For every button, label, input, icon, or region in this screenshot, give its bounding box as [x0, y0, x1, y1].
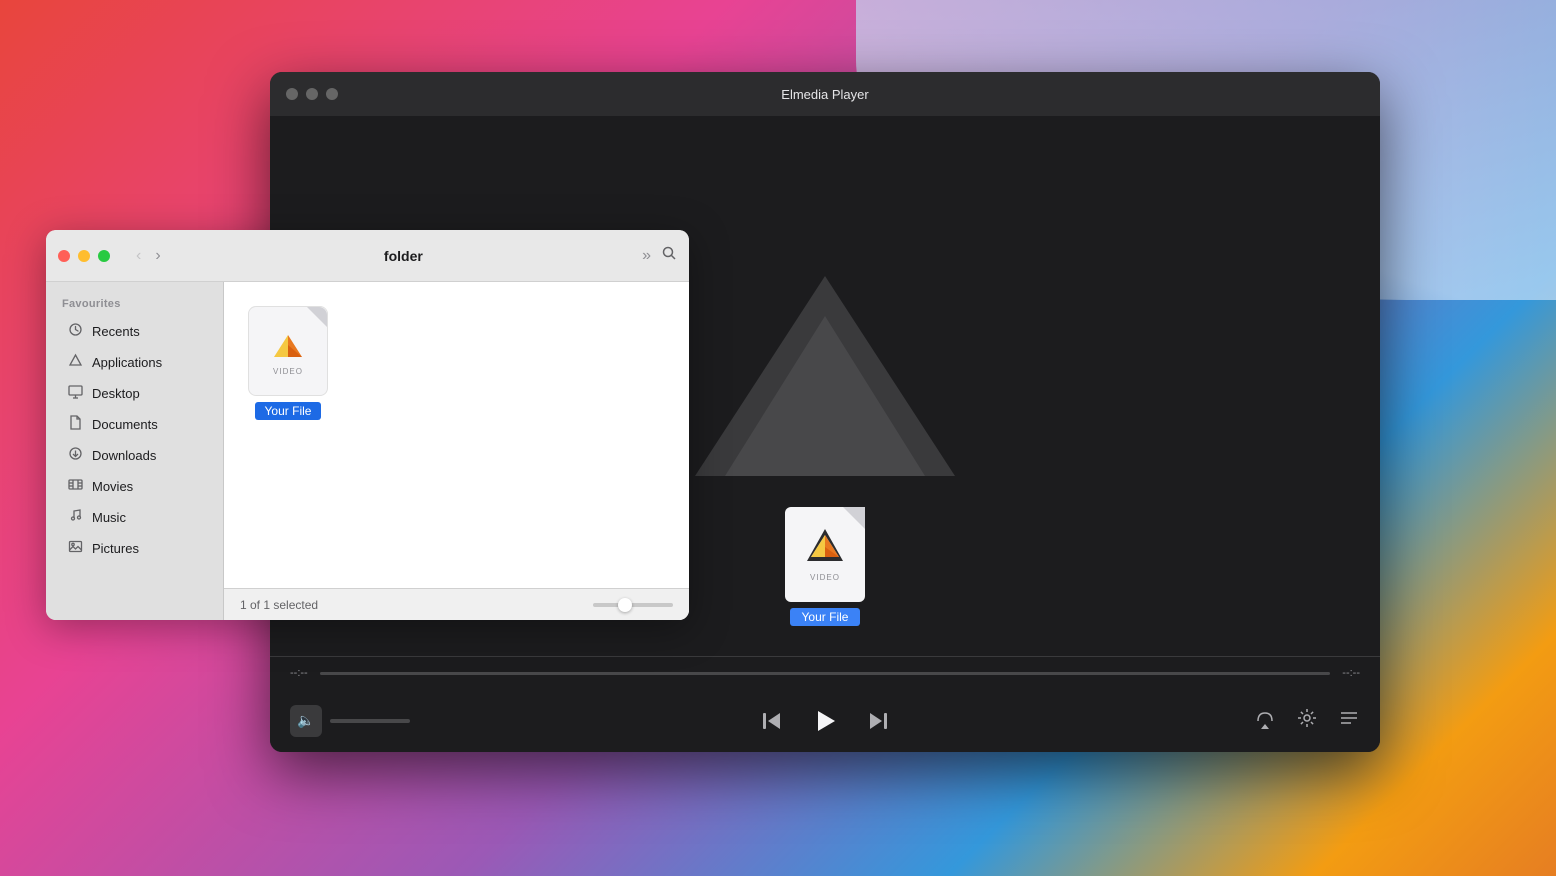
settings-button[interactable]: [1296, 707, 1318, 734]
sidebar-item-pictures[interactable]: Pictures: [50, 533, 219, 564]
finder-file-type-label: VIDEO: [273, 367, 303, 376]
player-titlebar: Elmedia Player: [270, 72, 1380, 116]
next-button[interactable]: [867, 710, 889, 732]
finder-file-item[interactable]: VIDEO Your File: [248, 306, 328, 420]
favourites-label: Favourites: [46, 294, 223, 316]
view-options-button[interactable]: »: [642, 247, 651, 265]
finder-file-name-badge: Your File: [255, 402, 322, 420]
progress-bar-area: --:-- --:--: [270, 657, 1380, 689]
player-file-name-badge: Your File: [790, 608, 861, 626]
play-button[interactable]: [811, 707, 839, 735]
finder-statusbar: 1 of 1 selected: [224, 588, 689, 620]
finder-main: VIDEO Your File 1 of 1 selected: [224, 282, 689, 620]
sidebar-item-desktop[interactable]: Desktop: [50, 378, 219, 409]
player-maximize-button[interactable]: [326, 88, 338, 100]
forward-button[interactable]: ›: [151, 245, 164, 267]
finder-elmedia-logo: [268, 327, 308, 367]
finder-content: VIDEO Your File: [224, 282, 689, 588]
airplay-button[interactable]: [1254, 707, 1276, 734]
volume-button[interactable]: 🔈: [290, 705, 322, 737]
finder-minimize-button[interactable]: [78, 250, 90, 262]
right-controls: [1254, 707, 1360, 734]
desktop-icon: [66, 384, 84, 403]
sidebar-item-documents[interactable]: Documents: [50, 409, 219, 440]
volume-slider[interactable]: [330, 719, 410, 723]
progress-track[interactable]: [320, 672, 1331, 675]
desktop-label: Desktop: [92, 386, 140, 401]
main-controls: [761, 707, 889, 735]
sidebar-item-downloads[interactable]: Downloads: [50, 440, 219, 471]
prev-button[interactable]: [761, 710, 783, 732]
volume-icon-symbol: 🔈: [297, 712, 314, 729]
finder-toolbar-right: »: [642, 245, 677, 266]
player-title: Elmedia Player: [781, 87, 868, 102]
time-end-label: --:--: [1342, 667, 1360, 679]
triangle-front: [725, 316, 925, 476]
applications-icon: [66, 353, 84, 372]
finder-sidebar: Favourites Recents Applications: [46, 282, 224, 620]
player-minimize-button[interactable]: [306, 88, 318, 100]
zoom-slider-track[interactable]: [593, 603, 673, 607]
player-file-icon: VIDEO Your File: [785, 507, 865, 626]
player-controls: --:-- --:-- 🔈: [270, 656, 1380, 752]
music-icon: [66, 508, 84, 527]
finder-navigation: ‹ ›: [132, 245, 165, 267]
movies-label: Movies: [92, 479, 133, 494]
finder-window: ‹ › folder » Favourites: [46, 230, 689, 620]
documents-icon: [66, 415, 84, 434]
sidebar-item-music[interactable]: Music: [50, 502, 219, 533]
applications-label: Applications: [92, 355, 162, 370]
sidebar-item-movies[interactable]: Movies: [50, 471, 219, 502]
controls-row: 🔈: [270, 689, 1380, 752]
sidebar-item-recents[interactable]: Recents: [50, 316, 219, 347]
recents-icon: [66, 322, 84, 341]
finder-titlebar: ‹ › folder »: [46, 230, 689, 282]
back-button[interactable]: ‹: [132, 245, 145, 267]
finder-title: folder: [175, 248, 632, 264]
time-start-label: --:--: [290, 667, 308, 679]
finder-body: Favourites Recents Applications: [46, 282, 689, 620]
documents-label: Documents: [92, 417, 158, 432]
finder-maximize-button[interactable]: [98, 250, 110, 262]
volume-section: 🔈: [290, 705, 410, 737]
zoom-slider-thumb[interactable]: [618, 598, 632, 612]
music-label: Music: [92, 510, 126, 525]
sidebar-item-applications[interactable]: Applications: [50, 347, 219, 378]
recents-label: Recents: [92, 324, 140, 339]
player-file-icon-container: VIDEO: [785, 507, 865, 602]
pictures-label: Pictures: [92, 541, 139, 556]
finder-file-icon-container: VIDEO: [248, 306, 328, 396]
finder-traffic-lights: [58, 250, 110, 262]
downloads-icon: [66, 446, 84, 465]
pictures-icon: [66, 539, 84, 558]
player-file-type-label: VIDEO: [810, 573, 840, 582]
zoom-slider: [593, 603, 673, 607]
player-traffic-lights: [286, 88, 338, 100]
playlist-button[interactable]: [1338, 707, 1360, 734]
player-background-logo: [685, 276, 965, 496]
movies-icon: [66, 477, 84, 496]
downloads-label: Downloads: [92, 448, 156, 463]
player-elmedia-logo: [803, 525, 847, 569]
selection-status: 1 of 1 selected: [240, 598, 318, 612]
player-close-button[interactable]: [286, 88, 298, 100]
search-button[interactable]: [661, 245, 677, 266]
finder-close-button[interactable]: [58, 250, 70, 262]
